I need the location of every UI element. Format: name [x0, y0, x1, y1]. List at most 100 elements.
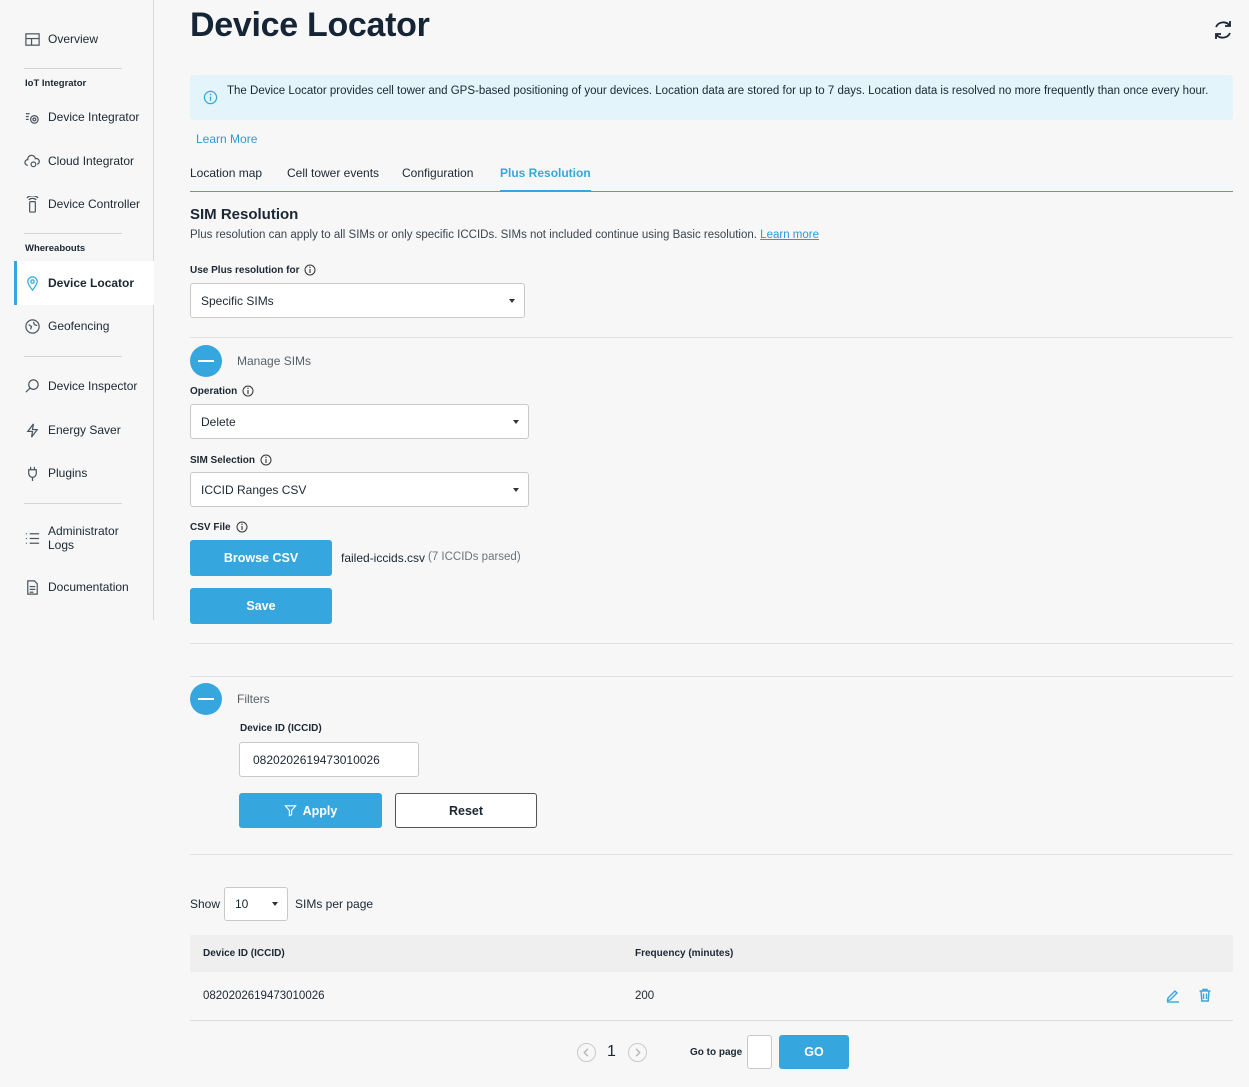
sidebar-item-label: Geofencing: [48, 319, 110, 333]
device-integrator-icon: [23, 108, 41, 126]
show-label: Show: [190, 897, 221, 911]
info-icon[interactable]: [304, 264, 316, 276]
tab-cell-tower-events[interactable]: Cell tower events: [287, 166, 379, 192]
prev-page-button[interactable]: [577, 1043, 596, 1062]
plug-icon: [23, 464, 41, 482]
sidebar-item-label: Cloud Integrator: [48, 154, 135, 168]
device-id-filter-input[interactable]: 0820202619473010026: [239, 742, 419, 777]
info-icon: [203, 90, 218, 105]
sidebar-item-label: Administrator Logs: [48, 524, 119, 552]
sidebar-item-geofencing[interactable]: Geofencing: [14, 306, 154, 346]
divider: [190, 643, 1233, 644]
field-label-text: Use Plus resolution for: [190, 264, 300, 276]
device-id-filter-label: Device ID (ICCID): [240, 723, 322, 734]
browse-csv-button[interactable]: Browse CSV: [190, 540, 332, 576]
info-icon[interactable]: [236, 521, 248, 533]
info-icon[interactable]: [260, 454, 272, 466]
select-value: Specific SIMs: [201, 293, 274, 308]
sidebar-item-device-controller[interactable]: Device Controller: [14, 184, 154, 224]
sidebar-item-label: Device Locator: [48, 276, 135, 290]
edit-icon[interactable]: [1165, 987, 1183, 1005]
tab-configuration[interactable]: Configuration: [402, 166, 473, 192]
caret-down-icon: [272, 902, 278, 906]
sidebar-item-overview[interactable]: Overview: [14, 19, 154, 59]
sidebar-item-device-inspector[interactable]: Device Inspector: [14, 366, 154, 406]
location-pin-icon: [23, 274, 41, 292]
info-banner: The Device Locator provides cell tower a…: [190, 75, 1233, 120]
sidebar-item-administrator-logs[interactable]: Administrator Logs: [14, 518, 154, 558]
nav-divider: [24, 503, 122, 504]
info-icon[interactable]: [242, 385, 254, 397]
sidebar-item-label: Device Integrator: [48, 110, 140, 124]
sidebar-item-label: Energy Saver: [48, 423, 121, 437]
caret-down-icon: [509, 298, 515, 303]
apply-button[interactable]: Apply: [239, 793, 382, 828]
sidebar-item-label: Plugins: [48, 466, 88, 480]
section-title-sim-resolution: SIM Resolution: [190, 206, 299, 223]
current-page-number[interactable]: 1: [607, 1043, 616, 1061]
sidebar-item-device-integrator[interactable]: Device Integrator: [14, 97, 154, 137]
filters-collapse-button[interactable]: [190, 683, 222, 715]
sim-selection-label: SIM Selection: [190, 454, 272, 466]
nav-divider: [24, 356, 122, 357]
sidebar-item-documentation[interactable]: Documentation: [14, 567, 154, 607]
trash-icon[interactable]: [1197, 987, 1215, 1005]
next-page-button[interactable]: [628, 1043, 647, 1062]
column-header-frequency: Frequency (minutes): [635, 948, 734, 959]
save-button[interactable]: Save: [190, 588, 332, 624]
column-header-device-id: Device ID (ICCID): [203, 948, 285, 959]
nav-divider: [24, 233, 122, 234]
use-plus-resolution-label: Use Plus resolution for: [190, 264, 316, 276]
tab-plus-resolution[interactable]: Plus Resolution: [500, 166, 591, 192]
sidebar-item-label: Documentation: [48, 580, 129, 594]
learn-more-inline-link[interactable]: Learn more: [760, 229, 819, 241]
caret-down-icon: [513, 419, 519, 424]
sidebar-item-plugins[interactable]: Plugins: [14, 453, 154, 493]
go-button[interactable]: GO: [779, 1035, 849, 1069]
nav-section-iot: IoT Integrator: [25, 78, 87, 89]
manage-sims-label: Manage SIMs: [237, 354, 312, 368]
table-row: 0820202619473010026 200: [190, 972, 1233, 1021]
go-to-page-input[interactable]: [747, 1035, 772, 1069]
per-page-select[interactable]: 10: [224, 887, 288, 921]
field-label-text: SIM Selection: [190, 454, 256, 466]
go-to-page-label: Go to page: [690, 1047, 743, 1058]
divider: [190, 676, 1233, 677]
list-icon: [23, 529, 41, 547]
chevron-left-icon: [583, 1048, 589, 1057]
sidebar-item-label-line2: Logs: [48, 538, 75, 552]
document-icon: [23, 578, 41, 596]
sidebar-item-cloud-integrator[interactable]: Cloud Integrator: [14, 141, 154, 181]
field-label-text: Operation: [190, 385, 238, 397]
reset-button[interactable]: Reset: [395, 793, 537, 828]
lightning-icon: [23, 421, 41, 439]
operation-select[interactable]: Delete: [190, 404, 529, 439]
refresh-icon: [1215, 21, 1231, 39]
overview-icon: [23, 30, 41, 48]
filters-label: Filters: [237, 692, 270, 706]
info-banner-text: The Device Locator provides cell tower a…: [227, 85, 1209, 97]
tab-bar: Location map Cell tower events Configura…: [190, 160, 1233, 192]
sidebar-item-label-line1: Administrator: [48, 524, 119, 538]
use-plus-resolution-select[interactable]: Specific SIMs: [190, 283, 525, 318]
tab-location-map[interactable]: Location map: [190, 166, 262, 192]
manage-sims-collapse-button[interactable]: [190, 345, 222, 377]
caret-down-icon: [513, 487, 519, 492]
select-value: ICCID Ranges CSV: [201, 482, 307, 497]
divider: [190, 854, 1233, 855]
sim-selection-select[interactable]: ICCID Ranges CSV: [190, 472, 529, 507]
refresh-button[interactable]: [1211, 18, 1235, 42]
learn-more-link[interactable]: Learn More: [196, 132, 257, 146]
per-page-suffix: SIMs per page: [295, 897, 374, 911]
filter-icon: [283, 805, 297, 817]
sidebar-item-device-locator[interactable]: Device Locator: [14, 261, 154, 305]
cell-device-id: 0820202619473010026: [203, 990, 325, 1002]
page-title: Device Locator: [190, 6, 430, 44]
csv-file-label: CSV File: [190, 521, 248, 533]
table-header: Device ID (ICCID) Frequency (minutes): [190, 935, 1233, 972]
sidebar-item-energy-saver[interactable]: Energy Saver: [14, 410, 154, 450]
csv-file-name: failed-iccids.csv: [341, 551, 426, 565]
sidebar: Overview IoT Integrator Device Integrato…: [0, 0, 154, 620]
magnifier-icon: [23, 377, 41, 395]
field-label-text: CSV File: [190, 521, 231, 533]
